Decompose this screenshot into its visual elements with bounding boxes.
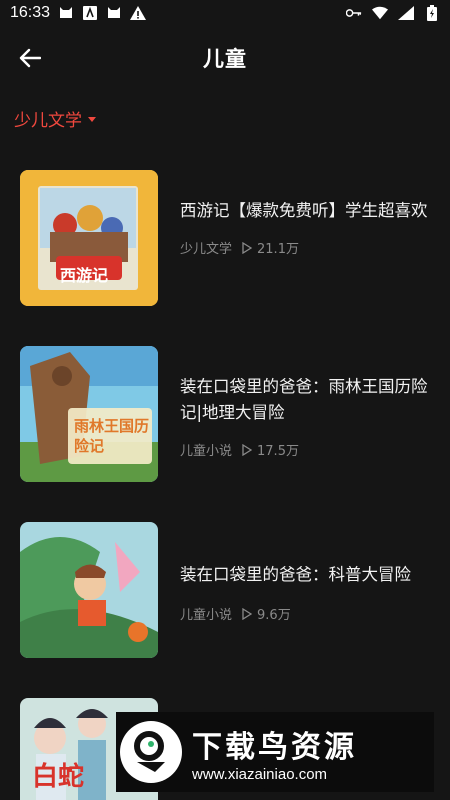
album-title: 西游记【爆款免费听】学生超喜欢 xyxy=(180,201,428,220)
app-header: 儿童 xyxy=(0,36,450,80)
status-notification-icons xyxy=(58,6,147,20)
play-icon xyxy=(242,607,254,620)
album-cover: 西游记 xyxy=(20,170,158,306)
album-cover xyxy=(20,522,158,658)
play-count-value: 9.6万 xyxy=(257,608,291,623)
album-category: 少儿文学 xyxy=(180,242,233,257)
album-title: 装在口袋里的爸爸：雨林王国历险记|地理大冒险 xyxy=(180,377,428,422)
cat-app-icon xyxy=(58,6,74,20)
wifi-icon xyxy=(372,6,388,20)
category-filter-dropdown[interactable]: 少儿文学 xyxy=(14,106,96,131)
signal-icon xyxy=(398,6,414,20)
watermark-text: 下载鸟资源 www.xiazainiao.com xyxy=(192,722,357,783)
play-icon xyxy=(242,241,254,254)
watermark-logo xyxy=(120,721,182,783)
cover-title-text: 白蛇 xyxy=(32,762,85,792)
play-count-value: 21.1万 xyxy=(257,242,299,257)
album-category: 儿童小说 xyxy=(180,444,233,459)
cover-title-text: 西游记 xyxy=(60,266,109,285)
album-info: 装在口袋里的爸爸：科普大冒险 儿童小说 9.6万 xyxy=(180,522,435,658)
bird-logo-icon xyxy=(134,731,165,772)
category-filter-label: 少儿文学 xyxy=(14,111,82,131)
list-item[interactable]: 雨林王国历险记 装在口袋里的爸爸：雨林王国历险记|地理大冒险 儿童小说 17.5… xyxy=(20,346,440,482)
status-time: 16:33 xyxy=(10,4,51,21)
album-category: 儿童小说 xyxy=(180,608,233,623)
list-item[interactable]: 装在口袋里的爸爸：科普大冒险 儿童小说 9.6万 xyxy=(20,522,440,658)
play-count: 17.5万 xyxy=(242,440,299,459)
page-title: 儿童 xyxy=(203,47,247,71)
album-title: 装在口袋里的爸爸：科普大冒险 xyxy=(180,565,411,584)
play-icon xyxy=(242,443,254,456)
album-info: 装在口袋里的爸爸：雨林王国历险记|地理大冒险 儿童小说 17.5万 xyxy=(180,346,435,482)
cover-title-text: 雨林王国历险记 xyxy=(74,417,150,455)
album-info: 西游记【爆款免费听】学生超喜欢 少儿文学 21.1万 xyxy=(180,170,435,306)
album-cover: 雨林王国历险记 xyxy=(20,346,158,482)
watermark-title: 下载鸟资源 xyxy=(192,729,357,765)
app-a-icon xyxy=(82,6,98,20)
watermark-url: www.xiazainiao.com xyxy=(192,765,328,783)
back-button[interactable] xyxy=(14,42,46,74)
play-count: 21.1万 xyxy=(242,238,299,257)
warning-icon xyxy=(130,6,147,20)
album-meta: 少儿文学 21.1万 xyxy=(180,238,435,257)
arrow-left-icon xyxy=(19,48,41,68)
watermark-banner: 下载鸟资源 www.xiazainiao.com xyxy=(116,712,434,792)
status-system-icons xyxy=(346,5,440,21)
album-meta: 儿童小说 17.5万 xyxy=(180,440,435,459)
key-icon xyxy=(346,6,362,20)
battery-icon xyxy=(424,5,440,21)
cat-app-icon-2 xyxy=(106,6,122,20)
play-count: 9.6万 xyxy=(242,604,291,623)
caret-down-icon xyxy=(88,117,96,122)
status-bar: 16:33 xyxy=(0,0,450,26)
play-count-value: 17.5万 xyxy=(257,444,299,459)
list-item[interactable]: 西游记 西游记【爆款免费听】学生超喜欢 少儿文学 21.1万 xyxy=(20,170,440,306)
album-meta: 儿童小说 9.6万 xyxy=(180,604,435,623)
